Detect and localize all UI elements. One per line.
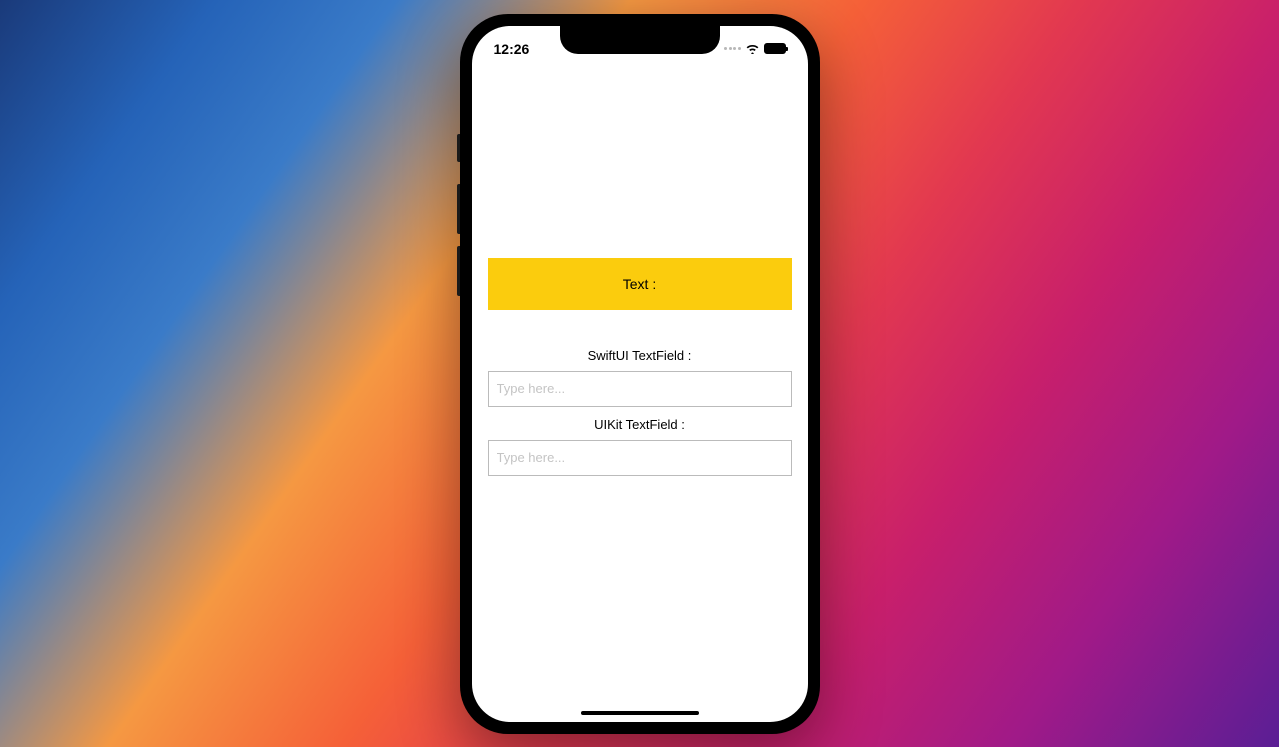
- text-display-banner: Text :: [488, 258, 792, 310]
- mute-switch: [457, 134, 460, 162]
- app-content: Text : SwiftUI TextField : UIKit TextFie…: [472, 68, 808, 722]
- uikit-textfield-label: UIKit TextField :: [488, 417, 792, 432]
- status-time: 12:26: [494, 41, 530, 57]
- text-banner-label: Text :: [623, 276, 656, 292]
- iphone-device-frame: 12:26 Text : SwiftUI TextField :: [460, 14, 820, 734]
- wifi-icon: [745, 43, 760, 54]
- swiftui-textfield-input[interactable]: [488, 371, 792, 407]
- battery-icon: [764, 43, 786, 54]
- volume-down-button: [457, 246, 460, 296]
- home-indicator[interactable]: [581, 711, 699, 715]
- phone-screen: 12:26 Text : SwiftUI TextField :: [472, 26, 808, 722]
- cellular-signal-icon: [724, 47, 741, 50]
- volume-up-button: [457, 184, 460, 234]
- phone-notch: [560, 26, 720, 54]
- status-right-cluster: [724, 43, 786, 54]
- uikit-textfield-input[interactable]: [488, 440, 792, 476]
- swiftui-textfield-label: SwiftUI TextField :: [488, 348, 792, 363]
